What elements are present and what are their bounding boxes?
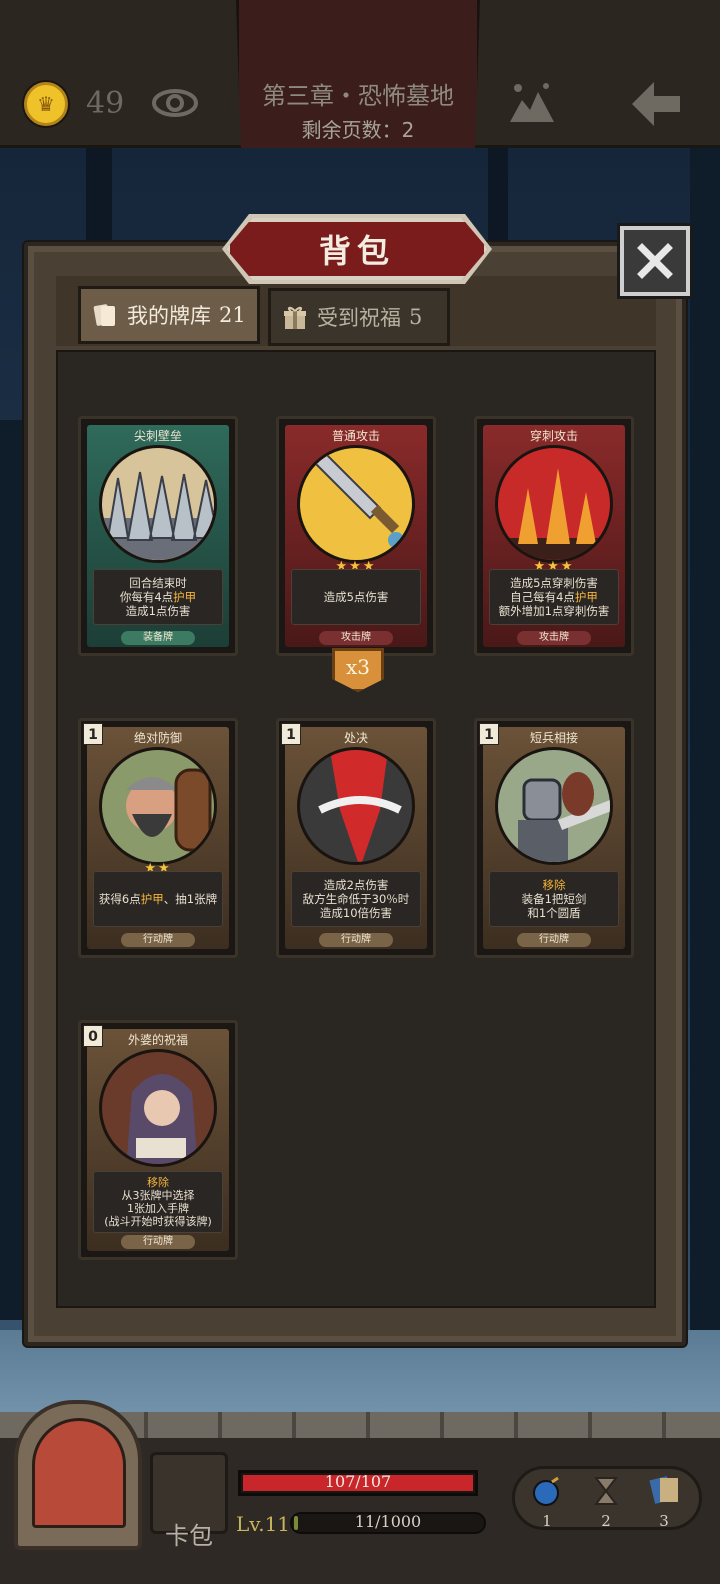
panel-title: 背包 (318, 232, 395, 270)
chapter-title: 第三章・恐怖墓地 (262, 82, 454, 110)
cards-icon (93, 304, 115, 326)
card-description: 回合结束时 你每有4点护甲 造成1点伤害 (93, 569, 223, 625)
card-description: 移除 装备1把短剑 和1个圆盾 (489, 871, 619, 927)
desc-line: 和1个圆盾 (527, 906, 581, 920)
tree-trunk (0, 420, 22, 1320)
card-art (297, 747, 415, 865)
card-description: 造成5点伤害 (291, 569, 421, 625)
desc-line: 从3张牌中选择 (121, 1189, 195, 1202)
close-button[interactable] (620, 226, 690, 296)
eye-icon[interactable] (152, 86, 198, 120)
desc-line: 造成10倍伤害 (319, 906, 393, 920)
card-spike-wall[interactable]: 尖刺壁垒 回合结束时 你每有4点护甲 造成1点伤害 装备牌 (78, 416, 238, 656)
tab-label: 受到祝福 (317, 306, 401, 330)
pages-remaining: 剩余页数：2 (301, 118, 415, 142)
desc-line: 你每有4点护甲 (119, 590, 197, 604)
tab-my-deck[interactable]: 我的牌库 21 (78, 286, 260, 344)
tab-label: 我的牌库 (127, 304, 211, 328)
card-name: 外婆的祝福 (127, 1033, 188, 1047)
card-art (495, 445, 613, 563)
desc-line: 移除 (542, 878, 566, 892)
desc-line: 造成2点伤害 (323, 878, 389, 892)
slot-number: 3 (659, 1512, 669, 1530)
slot-number: 1 (542, 1512, 552, 1530)
card-execute[interactable]: 1 处决 造成2点伤害 敌方生命低于30％时 造成10倍伤害 行动牌 (276, 718, 436, 958)
desc-line: 移除 (147, 1176, 169, 1189)
card-type-badge: 装备牌 (121, 631, 195, 645)
title-banner: 背包 (226, 218, 488, 280)
desc-line: 自己每有4点护甲 (510, 590, 598, 604)
close-icon (637, 243, 673, 279)
card-art (297, 445, 415, 563)
tab-blessings[interactable]: 受到祝福 5 (268, 288, 450, 346)
card-description: 造成5点穿刺伤害 自己每有4点护甲 额外增加1点穿刺伤害 (489, 569, 619, 625)
desc-line: 造成1点伤害 (125, 604, 191, 618)
slot-number: 2 (601, 1512, 611, 1530)
card-description: 获得6点护甲、抽1张牌 (93, 871, 223, 927)
crown-coin-icon: ♛ (24, 82, 68, 126)
desc-line: (战斗开始时获得该牌) (104, 1215, 212, 1228)
hero-avatar (32, 1418, 126, 1528)
card-art (99, 445, 217, 563)
card-art (99, 1049, 217, 1167)
gift-icon (284, 306, 306, 329)
desc-line: 1张加入手牌 (127, 1202, 189, 1215)
tree-trunk (690, 148, 720, 1348)
card-description: 造成2点伤害 敌方生命低于30％时 造成10倍伤害 (291, 871, 421, 927)
card-art (99, 747, 217, 865)
coin-count: 49 (86, 86, 125, 121)
bomb-icon[interactable] (532, 1476, 562, 1506)
desc-line: 造成5点穿刺伤害 (510, 576, 598, 590)
card-description: 移除 从3张牌中选择 1张加入手牌 (战斗开始时获得该牌) (93, 1171, 223, 1233)
desc-line: 回合结束时 (129, 576, 187, 590)
card-name: 处决 (343, 731, 368, 745)
card-name: 尖刺壁垒 (133, 429, 182, 443)
xp-text: 11/1000 (354, 1512, 422, 1531)
card-type-badge: 行动牌 (121, 933, 195, 947)
desc-line: 获得6点护甲、抽1张牌 (98, 892, 218, 906)
card-absolute-defense[interactable]: 1 绝对防御 ★★ 获得6点护甲、抽1张牌 行动牌 (78, 718, 238, 958)
card-art (495, 747, 613, 865)
back-arrow-icon[interactable] (628, 78, 684, 130)
map-icon[interactable] (506, 78, 558, 128)
card-type-badge: 攻击牌 (517, 631, 591, 645)
desc-line: 造成5点伤害 (323, 590, 389, 604)
card-name: 绝对防御 (133, 731, 182, 745)
card-name: 穿刺攻击 (529, 429, 578, 443)
card-type-badge: 攻击牌 (319, 631, 393, 645)
card-slot-icon[interactable] (648, 1474, 682, 1506)
card-pack-label: 卡包 (165, 1522, 213, 1550)
card-normal-attack[interactable]: 普通攻击 ★★★ 造成5点伤害 攻击牌 (276, 416, 436, 656)
card-type-badge: 行动牌 (121, 1235, 195, 1249)
tab-count: 5 (409, 305, 423, 329)
desc-line: 装备1把短剑 (521, 892, 587, 906)
card-name: 普通攻击 (331, 429, 380, 443)
tab-count: 21 (219, 303, 246, 327)
hp-text: 107/107 (324, 1472, 392, 1491)
card-type-badge: 行动牌 (319, 933, 393, 947)
card-name: 短兵相接 (529, 731, 578, 745)
card-grandma-blessing[interactable]: 0 外婆的祝福 移除 从3张牌中选择 1张加入手牌 (战斗开始时获得该牌) 行动… (78, 1020, 238, 1260)
desc-line: 额外增加1点穿刺伤害 (498, 604, 610, 618)
desc-line: 敌方生命低于30％时 (302, 892, 410, 906)
card-type-badge: 行动牌 (517, 933, 591, 947)
card-close-combat[interactable]: 1 短兵相接 移除 装备1把短剑 和1个圆盾 行动牌 (474, 718, 634, 958)
hourglass-icon[interactable] (594, 1476, 618, 1506)
level-text: Lv.11 (236, 1512, 291, 1536)
card-pierce-attack[interactable]: 穿刺攻击 ★★★ 造成5点穿刺伤害 自己每有4点护甲 额外增加1点穿刺伤害 攻击… (474, 416, 634, 656)
